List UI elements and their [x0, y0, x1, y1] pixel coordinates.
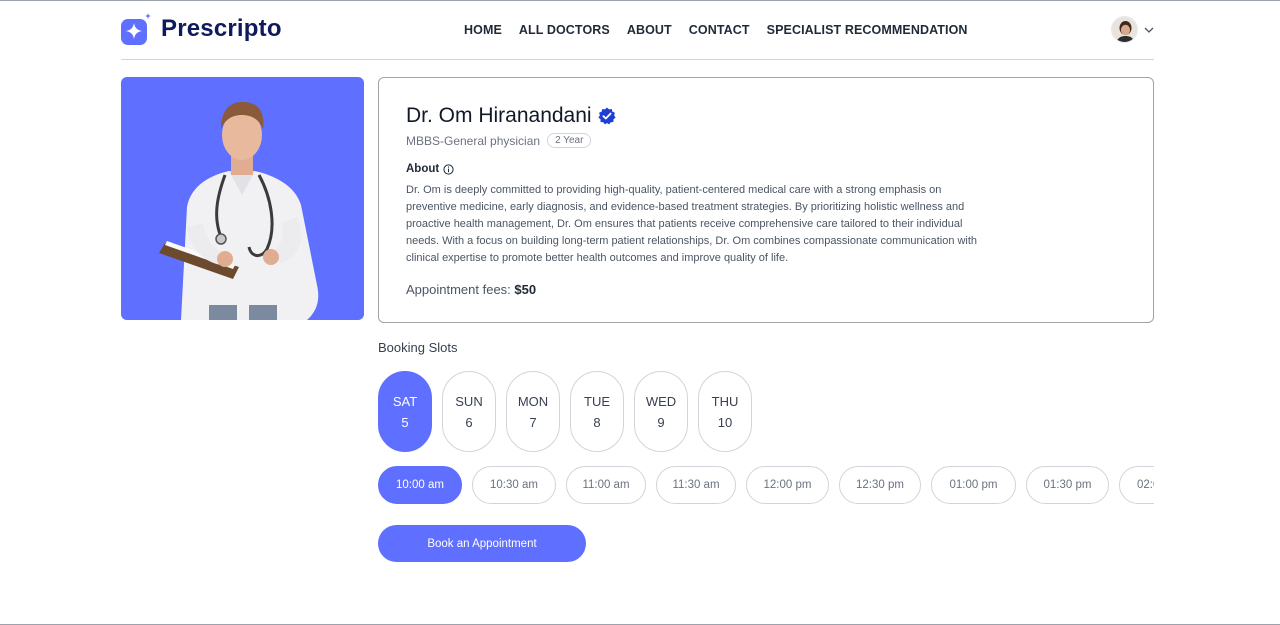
appointment-fees: Appointment fees: $50: [406, 282, 536, 297]
nav-link-about[interactable]: ABOUT: [627, 23, 672, 37]
about-label: About: [406, 163, 440, 175]
time-slot[interactable]: 11:00 am: [566, 466, 646, 504]
time-slot[interactable]: 11:30 am: [656, 466, 736, 504]
day-slot[interactable]: THU 10: [698, 371, 752, 452]
day-name: THU: [711, 393, 739, 409]
verified-badge-icon: [597, 107, 616, 125]
day-date: 5: [401, 414, 409, 430]
time-slot[interactable]: 12:30 pm: [839, 466, 921, 504]
info-icon: [443, 163, 454, 175]
time-slot[interactable]: 12:00 pm: [746, 466, 829, 504]
time-slot[interactable]: 02:00 pm: [1119, 466, 1154, 504]
doctor-name: Dr. Om Hiranandani: [406, 104, 592, 127]
window-top-border: [0, 0, 1280, 1]
day-slot[interactable]: MON 7: [506, 371, 560, 452]
avatar[interactable]: [1111, 16, 1138, 43]
fees-label: Appointment fees:: [406, 282, 511, 297]
doctor-name-row: Dr. Om Hiranandani: [406, 104, 616, 128]
doctor-photo: [121, 77, 364, 320]
navbar: Prescripto HOME ALL DOCTORS ABOUT CONTAC…: [121, 8, 1154, 60]
nav-link-specialist-recommendation[interactable]: SPECIALIST RECOMMENDATION: [767, 23, 968, 37]
booking-slots-title: Booking Slots: [378, 340, 458, 355]
time-slot[interactable]: 10:00 am: [378, 466, 462, 504]
day-name: SUN: [455, 393, 483, 409]
day-selector: SAT 5 SUN 6 MON 7 TUE 8 WED 9 THU 10: [378, 371, 762, 452]
day-date: 10: [717, 414, 733, 430]
nav-links: HOME ALL DOCTORS ABOUT CONTACT SPECIALIS…: [464, 23, 985, 37]
header-divider: [121, 59, 1154, 60]
nav-link-all-doctors[interactable]: ALL DOCTORS: [519, 23, 610, 37]
time-slot[interactable]: 01:30 pm: [1026, 466, 1109, 504]
prescripto-logo-icon: [121, 13, 151, 45]
day-date: 8: [593, 414, 601, 430]
time-slot-scroller[interactable]: 10:00 am 10:30 am 11:00 am 11:30 am 12:0…: [378, 466, 1154, 506]
nav-link-contact[interactable]: CONTACT: [689, 23, 750, 37]
day-date: 6: [465, 414, 473, 430]
experience-badge: 2 Year: [547, 133, 592, 148]
about-text: Dr. Om is deeply committed to providing …: [406, 184, 978, 264]
doctor-subtitle: MBBS-General physician 2 Year: [406, 133, 592, 148]
doctor-info-card: Dr. Om Hiranandani MBBS-General physicia…: [378, 77, 1154, 323]
time-slot[interactable]: 01:00 pm: [931, 466, 1016, 504]
profile-menu[interactable]: [1111, 16, 1154, 43]
chevron-down-icon[interactable]: [1144, 26, 1154, 34]
day-slot[interactable]: SAT 5: [378, 371, 432, 452]
time-slot[interactable]: 10:30 am: [472, 466, 556, 504]
fees-value: $50: [514, 282, 537, 297]
day-date: 9: [657, 414, 665, 430]
day-name: WED: [645, 393, 677, 409]
nav-link-home[interactable]: HOME: [464, 23, 502, 37]
day-slot[interactable]: WED 9: [634, 371, 688, 452]
day-name: TUE: [584, 393, 610, 409]
day-date: 7: [529, 414, 537, 430]
doctor-degree: MBBS-General physician: [406, 133, 541, 148]
day-name: MON: [517, 393, 549, 409]
day-slot[interactable]: TUE 8: [570, 371, 624, 452]
about-heading: About: [406, 163, 454, 175]
day-slot[interactable]: SUN 6: [442, 371, 496, 452]
brand-logo[interactable]: Prescripto: [121, 13, 282, 45]
day-name: SAT: [392, 393, 418, 409]
brand-name: Prescripto: [161, 15, 282, 42]
book-appointment-button[interactable]: Book an Appointment: [378, 525, 586, 562]
time-slot-list: 10:00 am 10:30 am 11:00 am 11:30 am 12:0…: [378, 466, 1154, 504]
